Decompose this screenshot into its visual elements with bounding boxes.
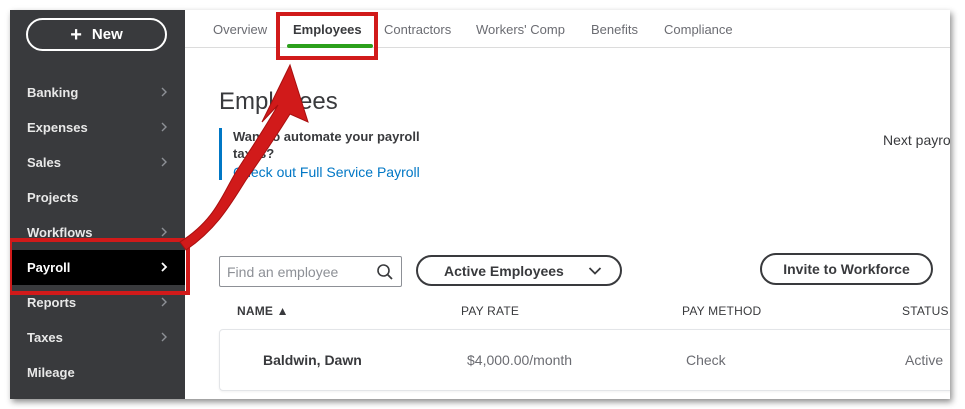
search-icon[interactable] [376, 263, 394, 281]
tab-benefits[interactable]: Benefits [591, 22, 638, 37]
employee-name[interactable]: Baldwin, Dawn [263, 352, 362, 368]
employee-pay-rate: $4,000.00/month [467, 352, 573, 368]
chevron-right-icon [161, 332, 167, 342]
column-header-pay-method: PAY METHOD [682, 304, 762, 318]
sidebar-item-label: Mileage [27, 365, 75, 380]
column-header-name[interactable]: NAME ▲ [237, 304, 289, 318]
sidebar-item-payroll[interactable]: Payroll [10, 250, 185, 285]
chevron-down-icon [588, 267, 602, 275]
tab-employees[interactable]: Employees [293, 22, 362, 37]
tab-compliance[interactable]: Compliance [664, 22, 733, 37]
chevron-right-icon [161, 262, 168, 272]
promo-banner: Want to automate your payroll taxes? Che… [219, 128, 449, 180]
employee-status-dropdown[interactable]: Active Employees [416, 255, 622, 286]
chevron-right-icon [161, 87, 167, 97]
sidebar-item-mileage[interactable]: Mileage [10, 355, 185, 390]
page-title: Employees [219, 88, 338, 115]
chevron-right-icon [161, 297, 167, 307]
tab-overview[interactable]: Overview [213, 22, 267, 37]
chevron-right-icon [161, 227, 167, 237]
app-window: + New Banking Expenses Sales Projects Wo… [10, 10, 950, 399]
sidebar-item-sales[interactable]: Sales [10, 145, 185, 180]
left-sidebar: + New Banking Expenses Sales Projects Wo… [10, 10, 185, 399]
sidebar-item-label: Sales [27, 155, 61, 170]
next-payroll-label: Next payro [883, 132, 950, 148]
employee-status: Active [905, 352, 944, 368]
chevron-right-icon [161, 157, 167, 167]
sidebar-item-workflows[interactable]: Workflows [10, 215, 185, 250]
sidebar-item-label: Projects [27, 190, 79, 205]
sidebar-item-reports[interactable]: Reports [10, 285, 185, 320]
promo-text: Want to automate your payroll taxes? [233, 129, 420, 161]
sidebar-item-banking[interactable]: Banking [10, 75, 185, 110]
sidebar-item-label: Workflows [27, 225, 93, 240]
sidebar-item-label: Expenses [27, 120, 88, 135]
tab-contractors[interactable]: Contractors [384, 22, 451, 37]
plus-icon: + [70, 23, 82, 46]
sidebar-item-label: Payroll [27, 260, 71, 275]
active-tab-indicator [287, 44, 373, 48]
sidebar-item-projects[interactable]: Projects [10, 180, 185, 215]
column-header-status: STATUS [902, 304, 949, 318]
new-button[interactable]: + New [26, 18, 167, 51]
chevron-right-icon [161, 122, 167, 132]
tab-workers-comp[interactable]: Workers' Comp [476, 22, 565, 37]
sidebar-item-label: Taxes [27, 330, 63, 345]
employee-pay-method: Check [686, 352, 726, 368]
employee-search[interactable] [219, 256, 402, 287]
employee-status-dropdown-label: Active Employees [444, 262, 564, 279]
employee-search-input[interactable] [220, 257, 370, 286]
full-service-payroll-link[interactable]: Check out Full Service Payroll [233, 164, 449, 180]
sidebar-item-expenses[interactable]: Expenses [10, 110, 185, 145]
column-header-pay-rate: PAY RATE [461, 304, 520, 318]
invite-to-workforce-button[interactable]: Invite to Workforce [760, 253, 933, 285]
tab-bar: Overview Employees Contractors Workers' … [185, 10, 950, 48]
sidebar-item-taxes[interactable]: Taxes [10, 320, 185, 355]
new-button-label: New [91, 26, 123, 43]
sidebar-item-label: Reports [27, 295, 77, 310]
sidebar-item-label: Banking [27, 85, 79, 100]
